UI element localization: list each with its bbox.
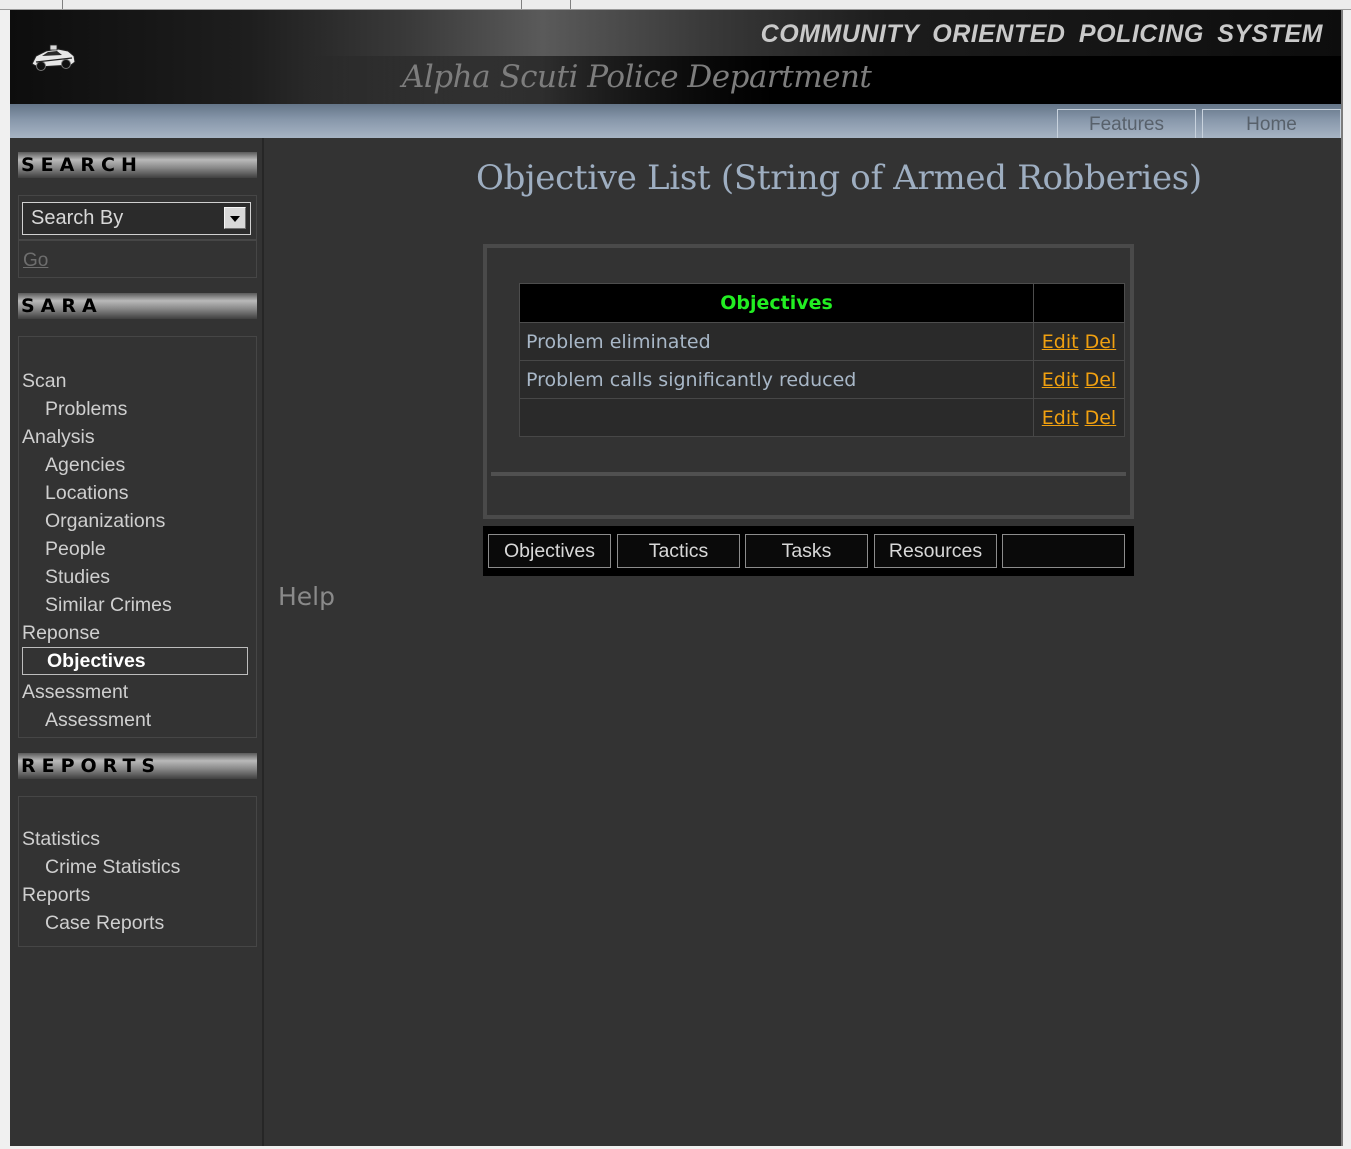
divider: [1341, 10, 1343, 1146]
edit-link[interactable]: Edit: [1042, 369, 1079, 391]
tab-empty[interactable]: [1002, 534, 1125, 568]
app-page: COMMUNITY ORIENTED POLICING SYSTEM Alpha…: [10, 10, 1341, 1146]
menu-item-objectives-active[interactable]: Objectives: [22, 647, 248, 675]
sidebar: SEARCH Search By Go SARA Scan Problems A…: [10, 138, 262, 1146]
table-row: Problem calls significantly reduced Edit…: [519, 360, 1125, 399]
menu-item-statistics[interactable]: Statistics: [22, 828, 100, 851]
go-link[interactable]: Go: [23, 250, 48, 272]
menu-item-analysis[interactable]: Analysis: [22, 426, 95, 449]
edit-link[interactable]: Edit: [1042, 331, 1079, 353]
divider: [570, 0, 571, 9]
tab-tasks[interactable]: Tasks: [745, 534, 868, 568]
divider: [62, 0, 63, 9]
delete-link[interactable]: Del: [1085, 369, 1117, 391]
go-box: [18, 240, 257, 278]
menu-item-agencies[interactable]: Agencies: [45, 454, 125, 477]
chevron-down-icon[interactable]: [224, 207, 246, 229]
tab-tactics[interactable]: Tactics: [617, 534, 740, 568]
search-select-value: Search By: [31, 207, 124, 229]
menu-item-reponse[interactable]: Reponse: [22, 622, 100, 645]
objective-text: Problem calls significantly reduced: [519, 360, 1034, 399]
table-row: Problem eliminated Edit Del: [519, 322, 1125, 361]
delete-link[interactable]: Del: [1085, 407, 1117, 429]
menu-item-assessment-sub[interactable]: Assessment: [45, 709, 151, 732]
header-banner: COMMUNITY ORIENTED POLICING SYSTEM Alpha…: [10, 10, 1341, 104]
reports-heading: REPORTS: [18, 753, 257, 779]
delete-link[interactable]: Del: [1085, 331, 1117, 353]
sidebar-divider: [262, 138, 264, 1146]
objective-text: Problem eliminated: [519, 322, 1034, 361]
window-right-edge: [1341, 10, 1351, 1149]
sara-heading: SARA: [18, 293, 257, 319]
divider: [491, 472, 1126, 476]
menu-item-reports[interactable]: Reports: [22, 884, 90, 907]
objectives-panel: Objectives Problem eliminated Edit Del P…: [483, 244, 1134, 519]
top-nav-bar: Features Home: [10, 104, 1341, 138]
actions-column-header: [1033, 283, 1125, 323]
tab-objectives[interactable]: Objectives: [488, 534, 611, 568]
section-tab-bar: Objectives Tactics Tasks Resources: [483, 526, 1134, 576]
menu-item-locations[interactable]: Locations: [45, 482, 128, 505]
search-heading: SEARCH: [18, 152, 257, 178]
page-title: Objective List (String of Armed Robberie…: [476, 158, 1202, 198]
police-car-icon: [31, 44, 76, 71]
table-header-row: Objectives: [519, 283, 1125, 323]
menu-item-case-reports[interactable]: Case Reports: [45, 912, 164, 935]
help-link[interactable]: Help: [278, 582, 335, 611]
window-top-strip: [0, 0, 1351, 10]
row-actions: Edit Del: [1033, 322, 1125, 361]
tab-resources[interactable]: Resources: [874, 534, 997, 568]
objectives-column-header: Objectives: [519, 283, 1034, 323]
menu-item-studies[interactable]: Studies: [45, 566, 110, 589]
menu-item-assessment[interactable]: Assessment: [22, 681, 128, 704]
row-actions: Edit Del: [1033, 360, 1125, 399]
system-title: COMMUNITY ORIENTED POLICING SYSTEM: [760, 20, 1323, 48]
edit-link[interactable]: Edit: [1042, 407, 1079, 429]
menu-item-crime-statistics[interactable]: Crime Statistics: [45, 856, 180, 879]
menu-item-scan[interactable]: Scan: [22, 370, 66, 393]
nav-features-link[interactable]: Features: [1057, 109, 1196, 138]
nav-home-link[interactable]: Home: [1202, 109, 1341, 138]
menu-item-similar-crimes[interactable]: Similar Crimes: [45, 594, 172, 617]
objectives-table: Objectives Problem eliminated Edit Del P…: [519, 283, 1125, 437]
menu-item-problems[interactable]: Problems: [45, 398, 127, 421]
sara-menu-box: [18, 336, 257, 738]
search-by-select[interactable]: Search By: [22, 202, 251, 235]
menu-item-organizations[interactable]: Organizations: [45, 510, 165, 533]
divider: [521, 0, 522, 9]
department-name: Alpha Scuti Police Department: [402, 59, 872, 95]
objective-text: [519, 398, 1034, 437]
menu-item-people[interactable]: People: [45, 538, 106, 561]
table-row: Edit Del: [519, 398, 1125, 437]
row-actions: Edit Del: [1033, 398, 1125, 437]
